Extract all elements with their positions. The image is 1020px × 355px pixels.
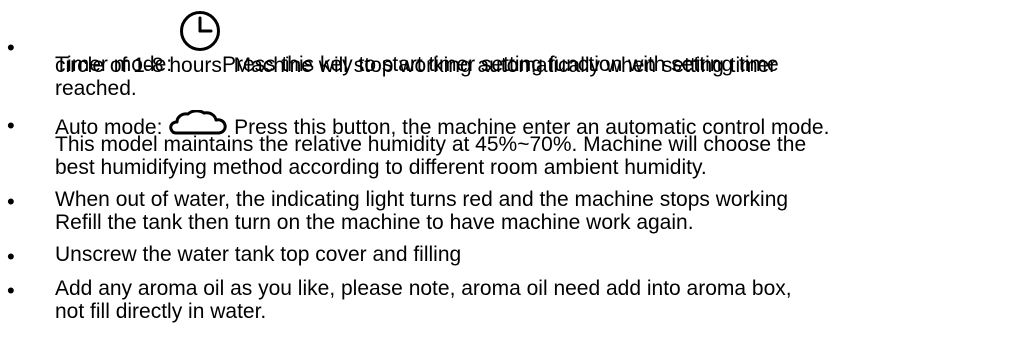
aroma-oil-line-1: Add any aroma oil as you like, please no… (55, 277, 792, 300)
bullet: • (7, 35, 15, 60)
aroma-oil-line-2: not fill directly in water. (55, 300, 267, 323)
bullet: • (7, 189, 15, 214)
out-of-water-line-1: When out of water, the indicating light … (55, 188, 789, 211)
clock-icon (178, 9, 222, 53)
out-of-water-line-2: Refill the tank then turn on the machine… (55, 211, 694, 234)
timer-mode-line-2: circle of 1-8 hours. Machine will stop w… (55, 54, 777, 77)
bullet: • (7, 278, 15, 303)
auto-mode-line-3: best humidifying method according to dif… (55, 156, 707, 179)
bullet: • (7, 113, 15, 138)
timer-mode-line-3: reached. (55, 77, 137, 100)
auto-mode-line-2: This model maintains the relative humidi… (55, 133, 807, 156)
unscrew-cover-line-1: Unscrew the water tank top cover and fil… (55, 243, 462, 266)
bullet: • (7, 244, 15, 269)
